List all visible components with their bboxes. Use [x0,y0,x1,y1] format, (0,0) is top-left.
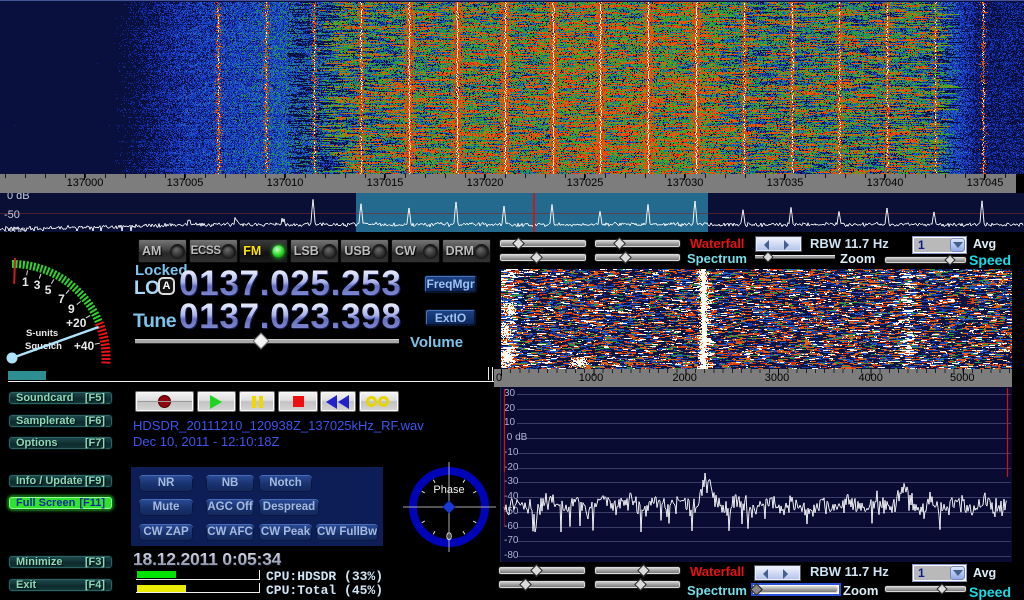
svg-text:S-units: S-units [26,328,58,339]
svg-text:Phase: Phase [433,484,464,496]
svg-text:+20: +20 [66,316,87,330]
svg-text:1: 1 [22,275,29,289]
svg-text:7: 7 [58,292,65,306]
svg-text:9: 9 [68,302,75,316]
svg-text:0: 0 [446,531,452,543]
svg-text:3: 3 [34,278,41,292]
svg-text:5: 5 [45,283,52,297]
svg-text:+40: +40 [74,339,95,353]
